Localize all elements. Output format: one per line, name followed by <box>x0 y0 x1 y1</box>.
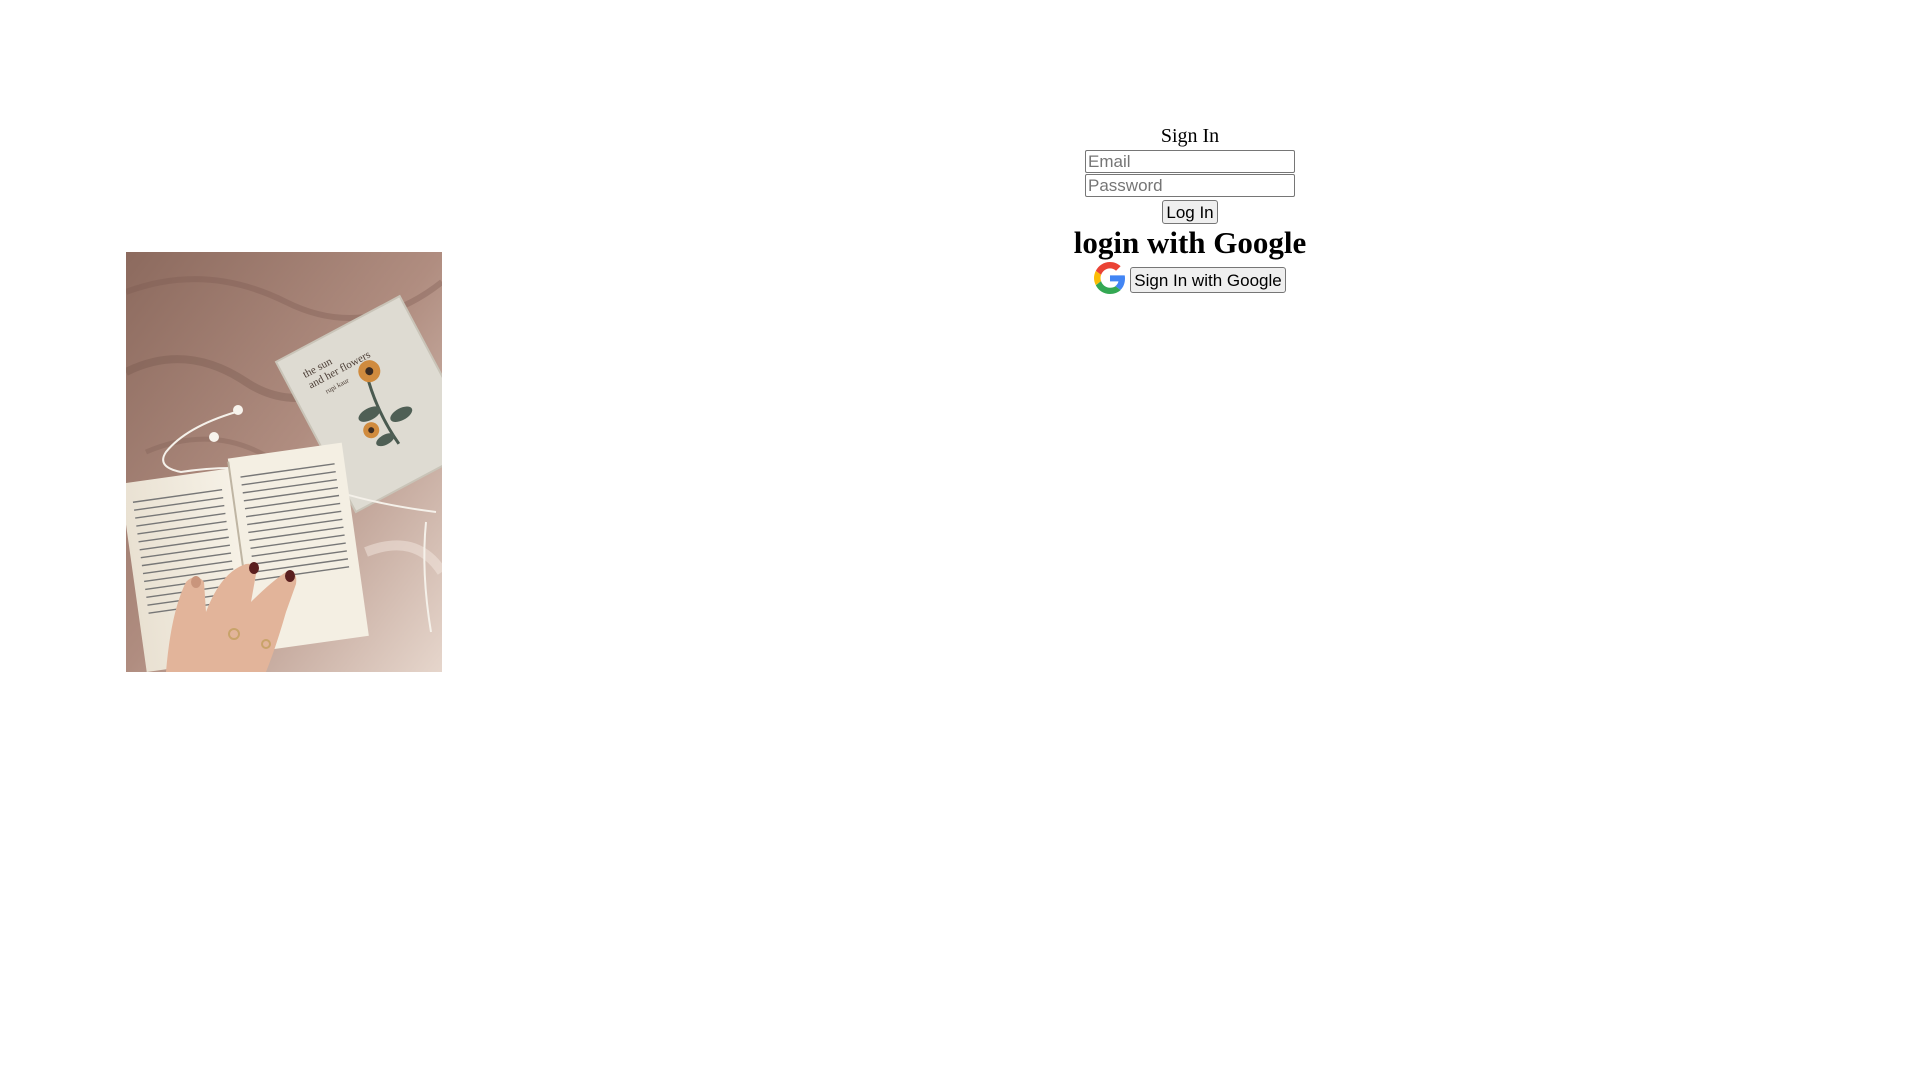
google-signin-row: Sign In with Google <box>1060 262 1320 294</box>
page: the sun and her flowers rupi kaur Sign I… <box>0 0 1920 1080</box>
email-field[interactable] <box>1085 150 1295 173</box>
google-login-heading: login with Google <box>1073 225 1307 260</box>
google-signin-button[interactable]: Sign In with Google <box>1130 267 1286 293</box>
password-field[interactable] <box>1085 174 1295 197</box>
signin-form: Sign In Log In login with Google Sign In… <box>1060 124 1320 294</box>
photo-illustration: the sun and her flowers rupi kaur <box>126 252 442 672</box>
login-button[interactable]: Log In <box>1162 200 1218 224</box>
google-g-icon <box>1094 262 1126 294</box>
books-photo: the sun and her flowers rupi kaur <box>126 252 442 672</box>
signin-title: Sign In <box>1160 125 1220 147</box>
